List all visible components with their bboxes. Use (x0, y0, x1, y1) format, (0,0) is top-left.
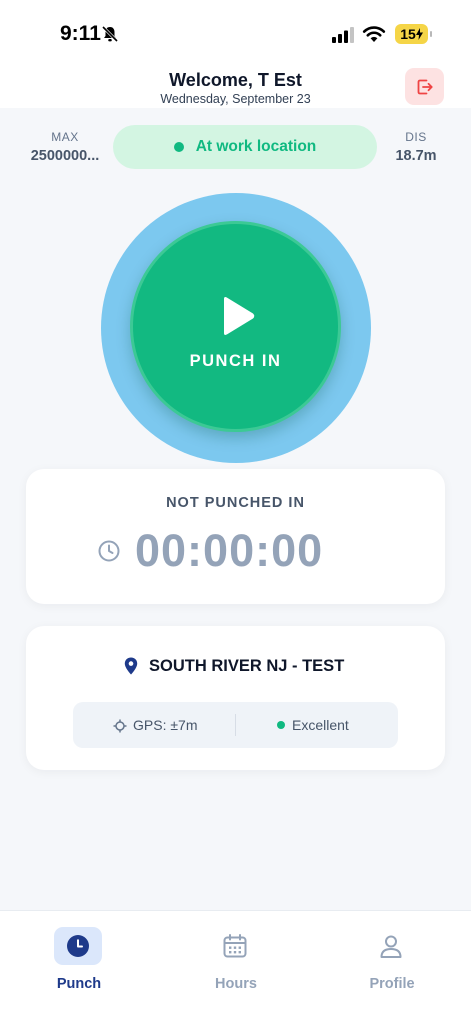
wifi-icon (362, 26, 386, 42)
distance-stat: DIS 18.7m (388, 130, 444, 164)
nav-label-hours: Hours (215, 976, 257, 992)
calendar-icon (223, 934, 247, 958)
nav-icon-wrapper (367, 927, 415, 965)
logout-icon (417, 79, 433, 94)
person-icon (380, 935, 402, 958)
nav-item-profile[interactable]: Profile (340, 927, 444, 992)
bell-slash-icon (101, 25, 119, 43)
punch-status-text: NOT PUNCHED IN (166, 495, 305, 511)
current-date: Wednesday, September 23 (160, 92, 311, 106)
charging-bolt-icon (415, 28, 423, 40)
status-time: 9:11 (60, 22, 101, 45)
app-header: Welcome, T Est Wednesday, September 23 (0, 62, 471, 108)
signal-quality-dot (277, 721, 285, 729)
max-stat: MAX 2500000... (22, 130, 108, 164)
gps-crosshair-icon (113, 719, 127, 733)
gps-info-box: GPS: ±7m Excellent (73, 702, 398, 748)
status-bar: 9:11 15 (0, 0, 471, 62)
battery-indicator: 15 (395, 24, 432, 44)
nav-label-profile: Profile (369, 976, 415, 992)
clock-icon (98, 540, 120, 562)
max-label: MAX (51, 130, 79, 144)
location-status-dot (173, 142, 184, 152)
cellular-signal-icon (332, 27, 354, 43)
map-pin-icon (124, 657, 138, 675)
play-icon (224, 297, 255, 335)
max-value: 2500000... (30, 148, 100, 164)
distance-label: DIS (405, 130, 427, 144)
bottom-nav: Punch Hours Profile (0, 910, 471, 1024)
clock-icon (67, 935, 89, 957)
nav-icon-wrapper (211, 927, 259, 965)
location-status-badge: At work location (113, 125, 377, 169)
nav-item-hours[interactable]: Hours (184, 927, 288, 992)
work-site-card: SOUTH RIVER NJ - TEST GPS: ±7m Excellent (26, 626, 445, 770)
gps-accuracy: GPS: ±7m (133, 717, 198, 733)
distance-value: 18.7m (395, 148, 437, 164)
gps-divider (235, 714, 236, 736)
punch-status-card: NOT PUNCHED IN 00:00:00 (26, 469, 445, 604)
punch-in-button[interactable]: PUNCH IN (130, 221, 341, 432)
logout-button[interactable] (405, 68, 444, 105)
welcome-title: Welcome, T Est (169, 70, 302, 90)
signal-quality: Excellent (292, 717, 349, 733)
battery-level: 15 (400, 26, 416, 42)
nav-item-punch[interactable]: Punch (27, 927, 131, 992)
punch-in-label: PUNCH IN (189, 352, 282, 370)
nav-icon-wrapper (54, 927, 102, 965)
elapsed-timer: 00:00:00 (135, 525, 324, 576)
location-status-text: At work location (195, 138, 317, 155)
site-name: SOUTH RIVER NJ - TEST (149, 657, 345, 675)
nav-label-punch: Punch (56, 976, 102, 992)
